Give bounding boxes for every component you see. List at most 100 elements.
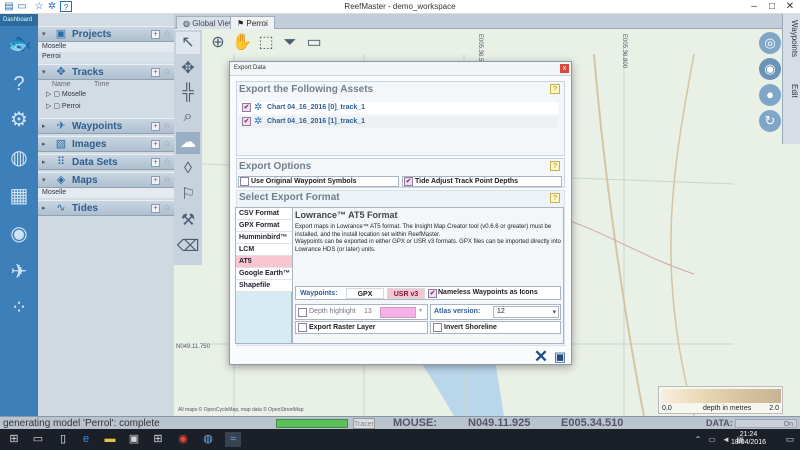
edge-browser-icon[interactable]: e bbox=[78, 432, 94, 447]
tab-perroi[interactable]: ⚑ Perroi bbox=[230, 16, 275, 29]
save-disk-icon[interactable]: ▣ bbox=[552, 349, 568, 364]
help-icon[interactable]: ? bbox=[550, 161, 560, 171]
list-item[interactable]: Perroi bbox=[38, 52, 174, 62]
expand-arrow-icon[interactable]: ▸ bbox=[42, 140, 46, 148]
format-option-lcm[interactable]: LCM bbox=[236, 244, 292, 256]
format-option-google-earth[interactable]: Google Earth™ bbox=[236, 268, 292, 280]
nameless-checkbox[interactable]: ✔ bbox=[428, 289, 437, 298]
dashboard-label[interactable]: Dashboard bbox=[0, 14, 38, 26]
add-icon[interactable]: + bbox=[151, 122, 160, 131]
grid-icon[interactable]: ╬ bbox=[176, 82, 200, 104]
invert-shoreline-row[interactable]: Invert Shoreline bbox=[430, 321, 561, 334]
taskbar-clock[interactable]: 21:24 18/04/2016 bbox=[731, 431, 766, 447]
zoom-in-icon[interactable]: ⌕ bbox=[176, 106, 200, 128]
star-icon[interactable]: ☆ bbox=[163, 66, 171, 77]
sensor-icon[interactable]: ◉ bbox=[7, 222, 31, 246]
tab-waypoints[interactable]: Waypoints bbox=[785, 20, 799, 57]
checkbox[interactable]: ✔ bbox=[404, 177, 413, 186]
shoreline-tool-icon[interactable]: ☁ bbox=[176, 132, 200, 154]
column-header-time[interactable]: Time bbox=[94, 80, 109, 90]
export-raster-row[interactable]: Export Raster Layer bbox=[295, 321, 428, 334]
expand-arrow-icon[interactable]: ▸ bbox=[42, 204, 46, 212]
format-option-humminbird[interactable]: Humminbird™ bbox=[236, 232, 292, 244]
dots-icon[interactable]: ⁘ bbox=[7, 296, 31, 320]
settings-gear-icon[interactable]: ⚙ bbox=[7, 108, 31, 132]
hand-pan-icon[interactable]: ✋ bbox=[230, 32, 254, 54]
export-raster-checkbox[interactable] bbox=[298, 323, 307, 332]
expand-arrow-icon[interactable]: ▸ bbox=[42, 122, 46, 130]
file-explorer-icon[interactable]: ▬ bbox=[102, 432, 118, 447]
asset-row[interactable]: ✔ ✲ Chart 04_16_2016 [1]_track_1 bbox=[239, 116, 558, 128]
satellite-icon[interactable]: ✈ bbox=[7, 260, 31, 284]
windows-start-icon[interactable]: ⊞ bbox=[6, 432, 22, 447]
add-icon[interactable]: + bbox=[151, 30, 160, 39]
format-option-csv[interactable]: CSV Format bbox=[236, 208, 292, 220]
dialog-close-button[interactable]: x bbox=[560, 64, 569, 73]
pointer-tool-icon[interactable]: ↖ bbox=[176, 32, 200, 54]
select-box-icon[interactable]: ⬚ bbox=[254, 32, 278, 54]
track-row[interactable]: ▷ ▢ Perroi bbox=[38, 102, 174, 112]
asset-checkbox[interactable]: ✔ bbox=[242, 117, 251, 126]
notifications-icon[interactable]: ▭ bbox=[782, 432, 798, 447]
list-item[interactable]: Moselle bbox=[38, 42, 174, 52]
format-option-shapefile[interactable]: Shapefile bbox=[236, 280, 292, 292]
chrome-icon[interactable]: ◉ bbox=[175, 432, 191, 447]
close-button[interactable]: ✕ bbox=[781, 1, 799, 13]
column-header-name[interactable]: Name bbox=[52, 80, 71, 90]
filter-icon[interactable]: ⏷ bbox=[278, 32, 302, 54]
list-item[interactable]: Moselle bbox=[38, 188, 174, 198]
star-icon[interactable]: ☆ bbox=[163, 28, 171, 39]
star-icon[interactable]: ☆ bbox=[163, 120, 171, 131]
dropdown-arrow-icon[interactable]: ▾ bbox=[552, 308, 556, 316]
refresh-icon[interactable]: ↻ bbox=[759, 110, 781, 132]
layers-icon[interactable]: ◉ bbox=[759, 58, 781, 80]
section-tides[interactable]: ▸ ∿ Tides + ☆ bbox=[38, 200, 174, 216]
marker-icon[interactable]: ⚐ bbox=[176, 184, 200, 206]
asset-checkbox[interactable]: ✔ bbox=[242, 103, 251, 112]
minimize-button[interactable]: – bbox=[745, 1, 763, 13]
collapse-arrow-icon[interactable]: ▾ bbox=[42, 68, 46, 76]
zoom-icon[interactable]: ⊕ bbox=[206, 32, 230, 54]
cancel-x-icon[interactable]: ✕ bbox=[533, 348, 549, 365]
project-star-icon[interactable]: ▦ bbox=[7, 184, 31, 208]
tracer-button[interactable]: Tracer bbox=[353, 418, 375, 429]
usr-v3-button[interactable]: USR v3 bbox=[387, 288, 425, 299]
section-images[interactable]: ▸ ▧ Images + ☆ bbox=[38, 136, 174, 152]
section-tracks[interactable]: ▾ ✥ Tracks + ☆ bbox=[38, 64, 174, 80]
ruler-icon[interactable]: ▭ bbox=[302, 32, 326, 54]
depth-highlight-checkbox[interactable] bbox=[298, 308, 307, 317]
format-option-at5[interactable]: AT5 bbox=[236, 256, 292, 268]
help-icon[interactable]: ? bbox=[550, 193, 560, 203]
depth-highlight-value[interactable]: 13 bbox=[364, 308, 372, 315]
globe-icon[interactable]: ◍ bbox=[7, 146, 31, 170]
asset-row[interactable]: ✔ ✲ Chart 04_16_2016 [0]_track_1 bbox=[239, 102, 558, 114]
star-icon[interactable]: ☆ bbox=[163, 156, 171, 167]
atlas-version-select[interactable]: 12 ▾ bbox=[493, 306, 559, 318]
add-icon[interactable]: + bbox=[151, 158, 160, 167]
sounding-tool-icon[interactable]: ⚒ bbox=[176, 210, 200, 232]
pan-arrows-icon[interactable]: ✥ bbox=[176, 58, 200, 80]
task-view-icon[interactable]: ▭ bbox=[30, 432, 46, 447]
buoy-icon[interactable]: ◊ bbox=[176, 158, 200, 180]
tide-adjust-option[interactable]: ✔ Tide Adjust Track Point Depths bbox=[402, 176, 562, 187]
windows-icon[interactable]: ⊞ bbox=[150, 432, 166, 447]
add-icon[interactable]: + bbox=[151, 176, 160, 185]
star-icon[interactable]: ☆ bbox=[163, 138, 171, 149]
globe-app-icon[interactable]: ◍ bbox=[200, 432, 216, 447]
track-row[interactable]: ▷ ▢ Moselle bbox=[38, 90, 174, 100]
section-projects[interactable]: ▾ ▣ Projects + ☆ bbox=[38, 26, 174, 42]
taskbar-item-icon[interactable]: ▯ bbox=[55, 432, 71, 447]
section-datasets[interactable]: ▸ ⠿ Data Sets + ☆ bbox=[38, 154, 174, 170]
target-icon[interactable]: ◎ bbox=[759, 32, 781, 54]
format-option-gpx[interactable]: GPX Format bbox=[236, 220, 292, 232]
reefmaster-task-icon[interactable]: ≈ bbox=[225, 432, 241, 447]
tab-edit[interactable]: Edit bbox=[785, 84, 799, 98]
gpx-button[interactable]: GPX bbox=[346, 288, 384, 299]
sphere-icon[interactable]: ● bbox=[759, 84, 781, 106]
section-waypoints[interactable]: ▸ ✈ Waypoints + ☆ bbox=[38, 118, 174, 134]
store-icon[interactable]: ▣ bbox=[126, 432, 142, 447]
expand-arrow-icon[interactable]: ▸ bbox=[42, 158, 46, 166]
invert-shoreline-checkbox[interactable] bbox=[433, 323, 442, 332]
star-icon[interactable]: ☆ bbox=[163, 174, 171, 185]
add-icon[interactable]: + bbox=[151, 68, 160, 77]
